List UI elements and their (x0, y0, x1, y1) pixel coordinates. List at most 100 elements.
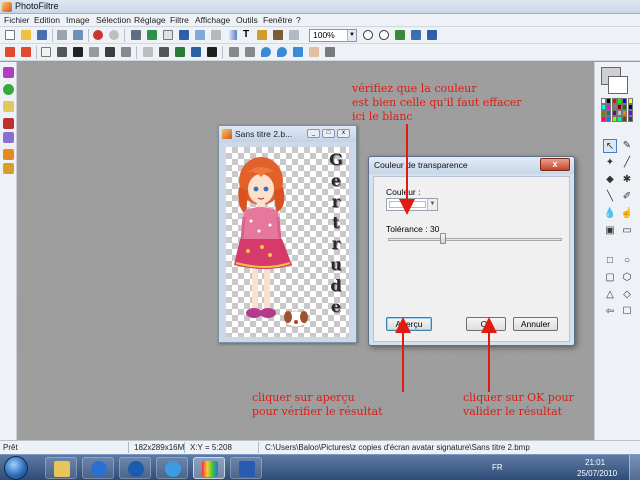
stamp-icon[interactable] (288, 29, 300, 41)
brightness-up-icon[interactable] (40, 46, 52, 58)
taskbar-explorer[interactable] (45, 457, 77, 479)
tint-icon[interactable] (190, 46, 202, 58)
polygon-shape-icon[interactable]: ⬡ (620, 271, 634, 285)
show-desktop-button[interactable] (629, 455, 640, 480)
gradient-icon[interactable] (226, 29, 238, 41)
menu-edition[interactable]: Edition (34, 15, 60, 25)
taskbar-word[interactable] (230, 457, 262, 479)
clock-time[interactable]: 21:01 (585, 458, 605, 467)
maximize-icon[interactable]: □ (322, 129, 335, 138)
rectangle-shape-icon[interactable]: □ (603, 254, 617, 268)
flip-horizontal-icon[interactable] (228, 46, 240, 58)
save-icon[interactable] (36, 29, 48, 41)
selection-arrow-icon[interactable]: ↖ (603, 139, 617, 153)
eyedropper-icon[interactable]: ✎ (620, 139, 634, 153)
tolerance-slider-thumb[interactable] (440, 233, 446, 244)
rotate-icon[interactable] (292, 46, 304, 58)
negative-icon[interactable] (206, 46, 218, 58)
tolerance-slider-track[interactable] (388, 238, 562, 241)
actual-size-icon[interactable] (410, 29, 422, 41)
blur-icon[interactable] (260, 46, 272, 58)
globe-icon[interactable] (3, 84, 14, 95)
layer-icon[interactable] (194, 29, 206, 41)
dialog-close-button[interactable]: x (540, 158, 570, 171)
rounded-rect-icon[interactable]: ▢ (603, 271, 617, 285)
chevron-down-icon[interactable]: ▼ (427, 199, 437, 210)
filter-icon[interactable] (272, 29, 284, 41)
palette-swatch[interactable] (622, 116, 628, 122)
apercu-button[interactable]: Aperçu (386, 317, 432, 331)
brightness-down-icon[interactable] (56, 46, 68, 58)
clock-date[interactable]: 25/07/2010 (577, 469, 617, 478)
transform-icon[interactable] (308, 46, 320, 58)
pencil-icon[interactable]: ✐ (620, 190, 634, 204)
lasso-icon[interactable]: ☐ (620, 305, 634, 319)
color-palette[interactable] (601, 98, 633, 122)
ok-button[interactable]: Ok (466, 317, 506, 331)
diamond-shape-icon[interactable]: ◇ (620, 288, 634, 302)
scan-icon[interactable] (72, 29, 84, 41)
taskbar-photofiltre[interactable] (193, 457, 225, 479)
language-indicator[interactable]: FR (492, 463, 503, 472)
fit-window-icon[interactable] (394, 29, 406, 41)
menu-selection[interactable]: Sélection (96, 15, 131, 25)
palette-swatch[interactable] (627, 116, 633, 122)
annuler-button[interactable]: Annuler (513, 317, 558, 331)
undo-icon[interactable] (92, 29, 104, 41)
contrast-up-icon[interactable] (72, 46, 84, 58)
arrow-shape-icon[interactable]: ⇦ (603, 305, 617, 319)
magic-wand-icon[interactable]: ✦ (603, 156, 617, 170)
sepia-icon[interactable] (174, 46, 186, 58)
fullscreen-icon[interactable] (426, 29, 438, 41)
sharpen-icon[interactable] (276, 46, 288, 58)
menu-fenetre[interactable]: Fenêtre (263, 15, 292, 25)
effects-icon[interactable] (256, 29, 268, 41)
module-icon[interactable] (3, 132, 14, 143)
transparency-icon[interactable] (210, 29, 222, 41)
paint-bucket-icon[interactable]: ◆ (603, 173, 617, 187)
palette-swatch[interactable] (611, 116, 617, 122)
eraser-icon[interactable]: ▭ (620, 224, 634, 238)
palette-swatch[interactable] (606, 116, 612, 122)
canvas-size-icon[interactable] (146, 29, 158, 41)
brush-icon[interactable]: ╲ (603, 190, 617, 204)
stamp-icon[interactable] (3, 118, 14, 129)
zoom-in-icon[interactable] (362, 29, 374, 41)
menu-reglage[interactable]: Réglage (134, 15, 166, 25)
gamma-icon[interactable] (142, 46, 154, 58)
blur-drop-icon[interactable]: 💧 (603, 207, 617, 221)
background-color-swatch[interactable] (608, 76, 628, 94)
line-icon[interactable]: ╱ (620, 156, 634, 170)
auto-contrast-icon[interactable] (20, 46, 32, 58)
minimize-icon[interactable]: _ (307, 129, 320, 138)
noise-icon[interactable] (324, 46, 336, 58)
spray-icon[interactable]: ✱ (620, 173, 634, 187)
crop-icon[interactable] (162, 29, 174, 41)
menu-fichier[interactable]: Fichier (4, 15, 30, 25)
zoom-select[interactable]: 100% ▼ (309, 29, 357, 42)
menu-filtre[interactable]: Filtre (170, 15, 189, 25)
zoom-out-icon[interactable] (378, 29, 390, 41)
image-canvas[interactable]: G e r t r u d e (226, 147, 349, 337)
menu-outils[interactable]: Outils (236, 15, 258, 25)
color-picker-icon[interactable] (3, 67, 14, 78)
image-window-titlebar[interactable]: Sans titre 2.b... _ □ x (219, 126, 356, 142)
close-icon[interactable]: x (337, 129, 350, 138)
saturation-up-icon[interactable] (104, 46, 116, 58)
image-window[interactable]: Sans titre 2.b... _ □ x G e r t r u d e (218, 125, 357, 343)
image-size-icon[interactable] (130, 29, 142, 41)
smudge-icon[interactable]: ☝ (620, 207, 634, 221)
frame-icon[interactable] (178, 29, 190, 41)
contrast-down-icon[interactable] (88, 46, 100, 58)
taskbar-internet-explorer[interactable] (156, 457, 188, 479)
ellipse-shape-icon[interactable]: ○ (620, 254, 634, 268)
new-file-icon[interactable] (4, 29, 16, 41)
folder-icon[interactable] (3, 163, 14, 174)
open-folder-icon[interactable] (20, 29, 32, 41)
triangle-shape-icon[interactable]: △ (603, 288, 617, 302)
print-icon[interactable] (56, 29, 68, 41)
menu-image[interactable]: Image (66, 15, 90, 25)
menu-affichage[interactable]: Affichage (195, 15, 230, 25)
chevron-down-icon[interactable]: ▼ (347, 30, 356, 41)
taskbar-media-player[interactable] (82, 457, 114, 479)
